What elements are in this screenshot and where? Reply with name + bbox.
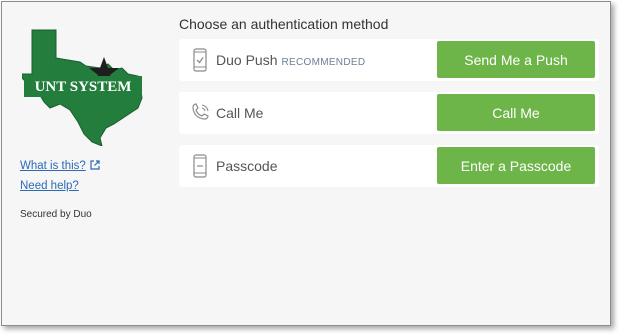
passcode-phone-icon bbox=[193, 154, 207, 178]
method-row-duo-push: Duo Push RECOMMENDED Send Me a Push bbox=[179, 39, 599, 81]
secured-by-duo: Secured by Duo bbox=[20, 209, 92, 220]
call-me-button[interactable]: Call Me bbox=[437, 94, 595, 131]
what-is-this-label: What is this? bbox=[20, 160, 86, 172]
what-is-this-link[interactable]: What is this? bbox=[20, 156, 100, 176]
enter-passcode-button[interactable]: Enter a Passcode bbox=[437, 147, 595, 184]
method-row-call-me: Call Me Call Me bbox=[179, 92, 599, 134]
method-label-call-me: Call Me bbox=[216, 105, 264, 121]
method-label-passcode: Passcode bbox=[216, 158, 278, 174]
auth-method-heading: Choose an authentication method bbox=[179, 16, 389, 32]
method-label-duo-push: Duo Push RECOMMENDED bbox=[216, 39, 365, 84]
duo-push-label: Duo Push bbox=[216, 52, 278, 68]
external-link-icon bbox=[90, 160, 100, 170]
method-row-passcode: Passcode Enter a Passcode bbox=[179, 145, 599, 187]
recommended-badge: RECOMMENDED bbox=[281, 57, 366, 68]
svg-text:UNT SYSTEM: UNT SYSTEM bbox=[35, 79, 132, 95]
unt-system-logo: UNT SYSTEM bbox=[22, 24, 146, 146]
texas-logo-icon: UNT SYSTEM bbox=[22, 29, 143, 146]
need-help-link[interactable]: Need help? bbox=[20, 176, 100, 196]
help-links: What is this? Need help? bbox=[20, 156, 100, 196]
phone-call-icon bbox=[192, 103, 209, 120]
duo-auth-frame: UNT SYSTEM What is this? Need help? Secu… bbox=[1, 1, 611, 326]
send-push-button[interactable]: Send Me a Push bbox=[437, 41, 595, 78]
phone-push-icon bbox=[193, 48, 207, 72]
